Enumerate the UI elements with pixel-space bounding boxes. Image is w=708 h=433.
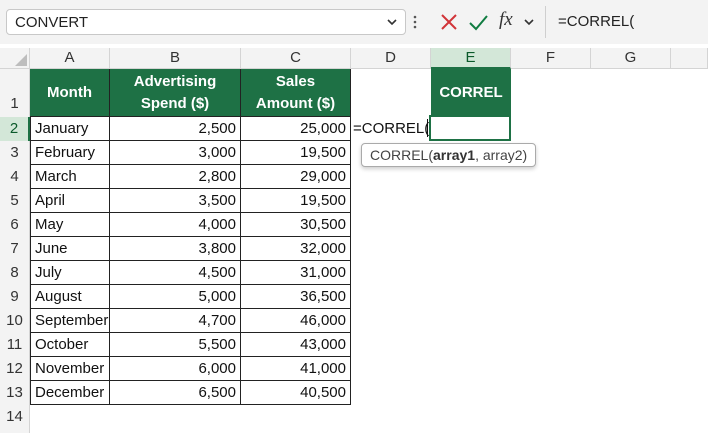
row-header-10[interactable]: 10 xyxy=(0,309,30,333)
cell-spend[interactable]: 3,500 xyxy=(110,189,241,213)
confirm-icon[interactable] xyxy=(466,10,490,34)
name-box-value: CONVERT xyxy=(15,14,89,31)
row-header-8[interactable]: 8 xyxy=(0,261,30,285)
cell-spend[interactable]: 3,800 xyxy=(110,237,241,261)
cell-month[interactable]: June xyxy=(30,237,110,261)
cell-month[interactable]: October xyxy=(30,333,110,357)
cell-sales[interactable]: 19,500 xyxy=(241,141,351,165)
row-header-4[interactable]: 4 xyxy=(0,165,30,189)
editing-cell-text[interactable]: =CORREL( xyxy=(351,117,429,141)
cell-spend[interactable]: 2,500 xyxy=(110,117,241,141)
active-cell-e2[interactable] xyxy=(429,115,511,141)
row-header-6[interactable]: 6 xyxy=(0,213,30,237)
formula-input[interactable]: =CORREL( xyxy=(558,13,634,30)
cell-spend[interactable]: 4,000 xyxy=(110,213,241,237)
cell-month[interactable]: July xyxy=(30,261,110,285)
cell-month[interactable]: August xyxy=(30,285,110,309)
column-header-e[interactable]: E xyxy=(431,48,511,69)
cell-sales[interactable]: 43,000 xyxy=(241,333,351,357)
cell-spend[interactable]: 4,700 xyxy=(110,309,241,333)
row-header-2[interactable]: 2 xyxy=(0,117,30,141)
column-header-d[interactable]: D xyxy=(351,48,431,69)
header-sales-line2: Amount ($) xyxy=(255,94,336,112)
tooltip-function[interactable]: CORREL( xyxy=(370,147,433,163)
cell-sales[interactable]: 30,500 xyxy=(241,213,351,237)
header-correl[interactable]: CORREL xyxy=(431,69,511,117)
text-cursor xyxy=(427,119,428,137)
cell-sales[interactable]: 40,500 xyxy=(241,381,351,405)
header-correl-label: CORREL xyxy=(439,84,503,101)
cell-spend[interactable]: 3,000 xyxy=(110,141,241,165)
row-header-5[interactable]: 5 xyxy=(0,189,30,213)
more-options-icon[interactable] xyxy=(412,12,418,32)
cell-sales[interactable]: 31,000 xyxy=(241,261,351,285)
header-month-label: Month xyxy=(47,83,92,101)
row-header-9[interactable]: 9 xyxy=(0,285,30,309)
cell-sales[interactable]: 36,500 xyxy=(241,285,351,309)
cell-month[interactable]: January xyxy=(30,117,110,141)
header-sales-amount[interactable]: Sales Amount ($) xyxy=(241,69,351,117)
cell-spend[interactable]: 6,500 xyxy=(110,381,241,405)
cell-month[interactable]: February xyxy=(30,141,110,165)
cell-month[interactable]: December xyxy=(30,381,110,405)
row-header-13[interactable]: 13 xyxy=(0,381,30,405)
cell-spend[interactable]: 4,500 xyxy=(110,261,241,285)
function-tooltip[interactable]: CORREL(array1, array2) xyxy=(361,143,537,167)
cell-sales[interactable]: 25,000 xyxy=(241,117,351,141)
cell-month[interactable]: April xyxy=(30,189,110,213)
column-header-g[interactable]: G xyxy=(591,48,671,69)
insert-function-button[interactable]: fx xyxy=(499,9,513,33)
column-header-f[interactable]: F xyxy=(511,48,591,69)
tooltip-rest[interactable]: , array2) xyxy=(475,147,527,163)
formula-bar: CONVERT fx =CORREL( xyxy=(0,0,708,44)
column-header-a[interactable]: A xyxy=(30,48,110,69)
header-advertising-line2: Spend ($) xyxy=(140,94,210,112)
cell-sales[interactable]: 29,000 xyxy=(241,165,351,189)
cell-month[interactable]: November xyxy=(30,357,110,381)
cell-sales[interactable]: 46,000 xyxy=(241,309,351,333)
name-box[interactable]: CONVERT xyxy=(6,9,406,35)
header-advertising-line1: Advertising xyxy=(133,72,217,90)
cell-sales[interactable]: 41,000 xyxy=(241,357,351,381)
chevron-down-icon[interactable] xyxy=(385,15,399,29)
cell-spend[interactable]: 2,800 xyxy=(110,165,241,189)
cancel-icon[interactable] xyxy=(438,10,460,34)
cell-month[interactable]: March xyxy=(30,165,110,189)
row-header-11[interactable]: 11 xyxy=(0,333,30,357)
chevron-down-icon[interactable] xyxy=(522,15,536,29)
corner-triangle-icon xyxy=(15,54,27,66)
cell-spend[interactable]: 5,000 xyxy=(110,285,241,309)
header-sales-line1: Sales xyxy=(275,72,316,90)
row-header-3[interactable]: 3 xyxy=(0,141,30,165)
cell-spend[interactable]: 6,000 xyxy=(110,357,241,381)
cell-month[interactable]: September xyxy=(30,309,110,333)
divider xyxy=(545,6,546,38)
header-advertising-spend[interactable]: Advertising Spend ($) xyxy=(110,69,241,117)
column-header-c[interactable]: C xyxy=(241,48,351,69)
tooltip-arg1[interactable]: array1 xyxy=(433,147,475,163)
header-month[interactable]: Month xyxy=(30,69,110,117)
column-header-b[interactable]: B xyxy=(110,48,241,69)
row-header-1[interactable]: 1 xyxy=(0,69,30,117)
row-header-7[interactable]: 7 xyxy=(0,237,30,261)
cell-spend[interactable]: 5,500 xyxy=(110,333,241,357)
select-all-corner[interactable] xyxy=(0,48,30,69)
column-header-h[interactable] xyxy=(671,48,708,69)
row-header-12[interactable]: 12 xyxy=(0,357,30,381)
cell-month[interactable]: May xyxy=(30,213,110,237)
cell-sales[interactable]: 32,000 xyxy=(241,237,351,261)
cell-sales[interactable]: 19,500 xyxy=(241,189,351,213)
row-header-14[interactable]: 14 xyxy=(0,405,30,433)
